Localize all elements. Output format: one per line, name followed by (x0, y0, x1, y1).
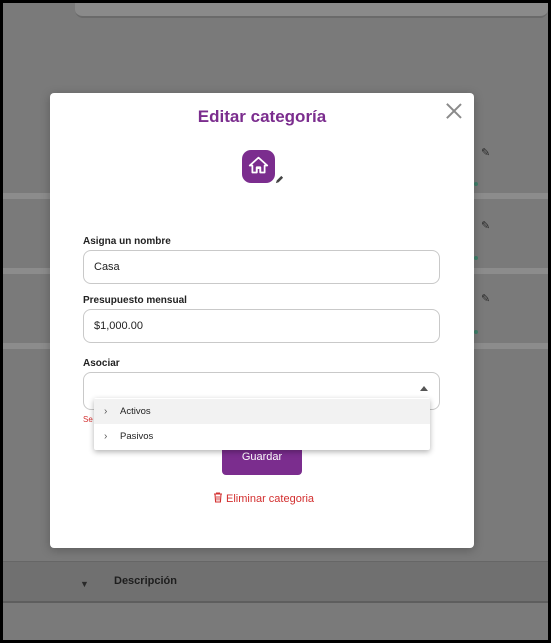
background-edit-icon: ✎ (481, 147, 491, 159)
background-edit-icon: ✎ (481, 293, 491, 305)
dropdown-option-label: Pasivos (120, 431, 154, 442)
background-column-description: Descripción (114, 575, 177, 587)
dropdown-option-activos[interactable]: › Activos (94, 399, 430, 424)
chevron-right-icon: › (104, 406, 108, 417)
modal-title: Editar categoría (197, 107, 327, 126)
background-edit-icon: ✎ (481, 220, 491, 232)
category-icon-button[interactable] (242, 150, 275, 183)
background-status-dot (474, 182, 478, 186)
chevron-right-icon: › (104, 431, 108, 442)
name-input[interactable]: Casa (83, 250, 440, 284)
background-status-dot (474, 330, 478, 334)
filter-icon: ▼ (80, 579, 89, 589)
app-frame: ✎ ✎ ✎ ▼ Descripción Editar categoría Asi… (3, 3, 548, 640)
background-footer (3, 603, 548, 640)
name-label: Asigna un nombre (83, 236, 171, 247)
background-table-header: ▼ Descripción (3, 561, 548, 603)
caret-up-icon[interactable] (420, 386, 428, 391)
associate-label: Asociar (83, 358, 120, 369)
edit-category-modal: Editar categoría Asigna un nombre Casa P… (50, 93, 474, 548)
background-status-dot (474, 256, 478, 260)
dropdown-option-label: Activos (120, 406, 151, 417)
associate-dropdown-menu: › Activos › Pasivos (94, 398, 430, 450)
delete-category-link[interactable]: Eliminar categoria (213, 492, 314, 505)
delete-category-label: Eliminar categoria (226, 493, 315, 505)
background-header (75, 3, 548, 18)
trash-icon (214, 492, 222, 503)
budget-input[interactable]: $1,000.00 (83, 309, 440, 343)
budget-label: Presupuesto mensual (83, 295, 187, 306)
pencil-icon[interactable] (275, 175, 284, 184)
dropdown-option-pasivos[interactable]: › Pasivos (94, 424, 430, 449)
associate-error-text: Se (83, 415, 93, 424)
house-icon (248, 156, 269, 174)
